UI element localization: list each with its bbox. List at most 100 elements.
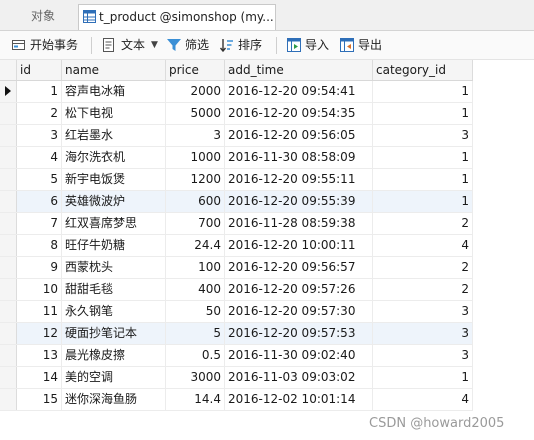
table-row[interactable]: 2 松下电视 5000 2016-12-20 09:54:35 1 [0,103,473,125]
cell-id[interactable]: 5 [17,169,62,190]
cell-price[interactable]: 3000 [166,367,225,388]
cell-add-time[interactable]: 2016-12-20 09:57:53 [225,323,373,344]
cell-price[interactable]: 3 [166,125,225,146]
cell-price[interactable]: 50 [166,301,225,322]
table-row[interactable]: 8 旺仔牛奶糖 24.4 2016-12-20 10:00:11 4 [0,235,473,257]
table-row[interactable]: 15 迷你深海鱼肠 14.4 2016-12-02 10:01:14 4 [0,389,473,411]
cell-category-id[interactable]: 3 [373,125,473,146]
cell-category-id[interactable]: 1 [373,103,473,124]
cell-name[interactable]: 容声电冰箱 [62,81,166,102]
cell-id[interactable]: 2 [17,103,62,124]
export-button[interactable]: 导出 [339,36,385,54]
cell-price[interactable]: 0.5 [166,345,225,366]
cell-name[interactable]: 甜甜毛毯 [62,279,166,300]
cell-name[interactable]: 海尔洗衣机 [62,147,166,168]
cell-name[interactable]: 旺仔牛奶糖 [62,235,166,256]
cell-name[interactable]: 英雄微波炉 [62,191,166,212]
cell-add-time[interactable]: 2016-12-20 09:56:05 [225,125,373,146]
cell-price[interactable]: 14.4 [166,389,225,410]
cell-category-id[interactable]: 1 [373,367,473,388]
table-row[interactable]: 12 硬面抄笔记本 5 2016-12-20 09:57:53 3 [0,323,473,345]
cell-price[interactable]: 600 [166,191,225,212]
cell-category-id[interactable]: 1 [373,81,473,102]
cell-category-id[interactable]: 1 [373,169,473,190]
cell-id[interactable]: 11 [17,301,62,322]
table-row[interactable]: 11 永久钢笔 50 2016-12-20 09:57:30 3 [0,301,473,323]
tab-t-product[interactable]: t_product @simonshop (my... [78,4,276,30]
row-indicator[interactable] [0,279,17,300]
table-row[interactable]: 1 容声电冰箱 2000 2016-12-20 09:54:41 1 [0,81,473,103]
cell-category-id[interactable]: 2 [373,279,473,300]
cell-price[interactable]: 700 [166,213,225,234]
cell-id[interactable]: 1 [17,81,62,102]
cell-id[interactable]: 15 [17,389,62,410]
row-indicator[interactable] [0,147,17,168]
cell-add-time[interactable]: 2016-12-20 09:56:57 [225,257,373,278]
cell-name[interactable]: 迷你深海鱼肠 [62,389,166,410]
sort-button[interactable]: 排序 [219,36,267,54]
cell-category-id[interactable]: 2 [373,257,473,278]
cell-category-id[interactable]: 3 [373,323,473,344]
cell-id[interactable]: 3 [17,125,62,146]
cell-id[interactable]: 13 [17,345,62,366]
column-header-price[interactable]: price [166,60,225,80]
text-button[interactable]: 文本 ▼ [101,36,159,54]
cell-category-id[interactable]: 1 [373,191,473,212]
tab-objects[interactable]: 对象 [18,4,68,30]
row-indicator[interactable] [0,169,17,190]
cell-add-time[interactable]: 2016-12-20 09:54:41 [225,81,373,102]
cell-category-id[interactable]: 3 [373,301,473,322]
cell-id[interactable]: 4 [17,147,62,168]
cell-id[interactable]: 9 [17,257,62,278]
table-row[interactable]: 10 甜甜毛毯 400 2016-12-20 09:57:26 2 [0,279,473,301]
cell-category-id[interactable]: 3 [373,345,473,366]
table-row[interactable]: 5 新宇电饭煲 1200 2016-12-20 09:55:11 1 [0,169,473,191]
row-indicator[interactable] [0,125,17,146]
cell-add-time[interactable]: 2016-12-20 09:55:39 [225,191,373,212]
cell-id[interactable]: 6 [17,191,62,212]
row-indicator[interactable] [0,81,17,102]
cell-price[interactable]: 1000 [166,147,225,168]
cell-name[interactable]: 红双喜席梦思 [62,213,166,234]
table-row[interactable]: 3 红岩墨水 3 2016-12-20 09:56:05 3 [0,125,473,147]
cell-add-time[interactable]: 2016-12-20 09:55:11 [225,169,373,190]
column-header-add-time[interactable]: add_time [225,60,373,80]
row-indicator[interactable] [0,323,17,344]
import-button[interactable]: 导入 [286,36,332,54]
cell-add-time[interactable]: 2016-11-30 08:58:09 [225,147,373,168]
filter-button[interactable]: 筛选 [166,36,212,54]
row-indicator[interactable] [0,235,17,256]
cell-id[interactable]: 10 [17,279,62,300]
cell-id[interactable]: 12 [17,323,62,344]
table-row[interactable]: 9 西蒙枕头 100 2016-12-20 09:56:57 2 [0,257,473,279]
cell-name[interactable]: 晨光橡皮擦 [62,345,166,366]
cell-id[interactable]: 8 [17,235,62,256]
row-indicator[interactable] [0,301,17,322]
table-row[interactable]: 6 英雄微波炉 600 2016-12-20 09:55:39 1 [0,191,473,213]
cell-add-time[interactable]: 2016-12-02 10:01:14 [225,389,373,410]
table-row[interactable]: 7 红双喜席梦思 700 2016-11-28 08:59:38 2 [0,213,473,235]
cell-id[interactable]: 14 [17,367,62,388]
table-row[interactable]: 14 美的空调 3000 2016-11-03 09:03:02 1 [0,367,473,389]
cell-name[interactable]: 永久钢笔 [62,301,166,322]
cell-category-id[interactable]: 1 [373,147,473,168]
cell-name[interactable]: 西蒙枕头 [62,257,166,278]
cell-price[interactable]: 100 [166,257,225,278]
cell-category-id[interactable]: 2 [373,213,473,234]
cell-price[interactable]: 5000 [166,103,225,124]
row-indicator[interactable] [0,389,17,410]
row-indicator[interactable] [0,257,17,278]
cell-name[interactable]: 硬面抄笔记本 [62,323,166,344]
cell-name[interactable]: 美的空调 [62,367,166,388]
row-indicator[interactable] [0,191,17,212]
cell-add-time[interactable]: 2016-12-20 09:57:30 [225,301,373,322]
cell-category-id[interactable]: 4 [373,235,473,256]
cell-category-id[interactable]: 4 [373,389,473,410]
cell-add-time[interactable]: 2016-12-20 09:57:26 [225,279,373,300]
column-header-category-id[interactable]: category_id [373,60,473,80]
cell-add-time[interactable]: 2016-12-20 09:54:35 [225,103,373,124]
row-indicator[interactable] [0,213,17,234]
cell-add-time[interactable]: 2016-11-28 08:59:38 [225,213,373,234]
table-row[interactable]: 4 海尔洗衣机 1000 2016-11-30 08:58:09 1 [0,147,473,169]
cell-name[interactable]: 松下电视 [62,103,166,124]
